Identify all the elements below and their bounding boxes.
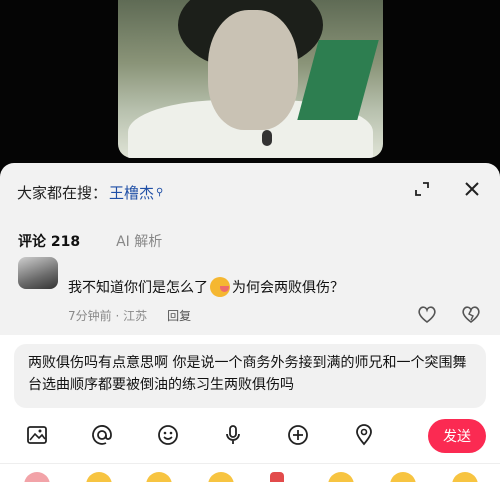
location-icon[interactable] [350, 421, 378, 449]
video-frame [118, 0, 383, 158]
tab-comments[interactable]: 评论 218 [18, 231, 80, 251]
like-icon[interactable] [416, 303, 438, 325]
input-toolbar: 发送 [0, 419, 500, 455]
smile-emoji-icon[interactable] [86, 472, 112, 482]
comment-input-panel: 两败俱伤吗有点意思啊 你是说一个商务外务接到满的师兄和一个突围舞台选曲顺序都要被… [0, 335, 500, 482]
grin-emoji-icon[interactable] [146, 472, 172, 482]
comment-time-location: 7分钟前 · 江苏 [68, 309, 148, 323]
video-face [208, 10, 298, 130]
pig-emoji-icon[interactable] [24, 472, 50, 482]
emoji-icon[interactable] [154, 421, 182, 449]
reply-button[interactable]: 回复 [167, 307, 191, 324]
video-mic [262, 130, 272, 146]
red-packet-emoji-icon[interactable] [270, 472, 284, 482]
comment-text: 我不知道你们是怎么了 为何会两败俱伤？ [68, 277, 344, 297]
tab-ai-analysis[interactable]: AI 解析 [116, 231, 162, 251]
search-suggestion[interactable]: 大家都在搜： 王橹杰 ⚲ [17, 180, 163, 204]
at-icon[interactable] [88, 421, 116, 449]
emoji-quick-row [0, 463, 500, 482]
comment-text-after: 为何会两败俱伤？ [232, 280, 344, 296]
cry-emoji-icon[interactable] [390, 472, 416, 482]
wink-emoji-icon[interactable] [328, 472, 354, 482]
comment-text-before: 我不知道你们是怎么了 [68, 280, 208, 296]
expand-icon[interactable] [408, 175, 436, 203]
close-icon[interactable] [458, 175, 486, 203]
search-keyword[interactable]: 王橹杰 [109, 182, 154, 203]
send-button[interactable]: 发送 [428, 419, 486, 453]
comment-input[interactable]: 两败俱伤吗有点意思啊 你是说一个商务外务接到满的师兄和一个突围舞台选曲顺序都要被… [14, 344, 486, 408]
search-icon: ⚲ [156, 186, 164, 198]
avatar[interactable] [18, 257, 58, 289]
search-prefix: 大家都在搜： [17, 183, 108, 202]
image-icon[interactable] [23, 421, 51, 449]
mic-icon[interactable] [219, 421, 247, 449]
laugh-emoji-icon[interactable] [208, 472, 234, 482]
comment-item: 我不知道你们是怎么了 为何会两败俱伤？ 7分钟前 · 江苏 回复 [18, 255, 488, 335]
video-player[interactable] [0, 0, 500, 170]
dislike-icon[interactable] [460, 303, 482, 325]
laughing-emoji-icon [210, 277, 230, 297]
video-stripe [297, 40, 379, 120]
comment-tabs: 评论 218 AI 解析 [18, 231, 162, 251]
add-icon[interactable] [284, 421, 312, 449]
comment-meta: 7分钟前 · 江苏 回复 [68, 307, 191, 324]
celebrate-emoji-icon[interactable] [452, 472, 478, 482]
